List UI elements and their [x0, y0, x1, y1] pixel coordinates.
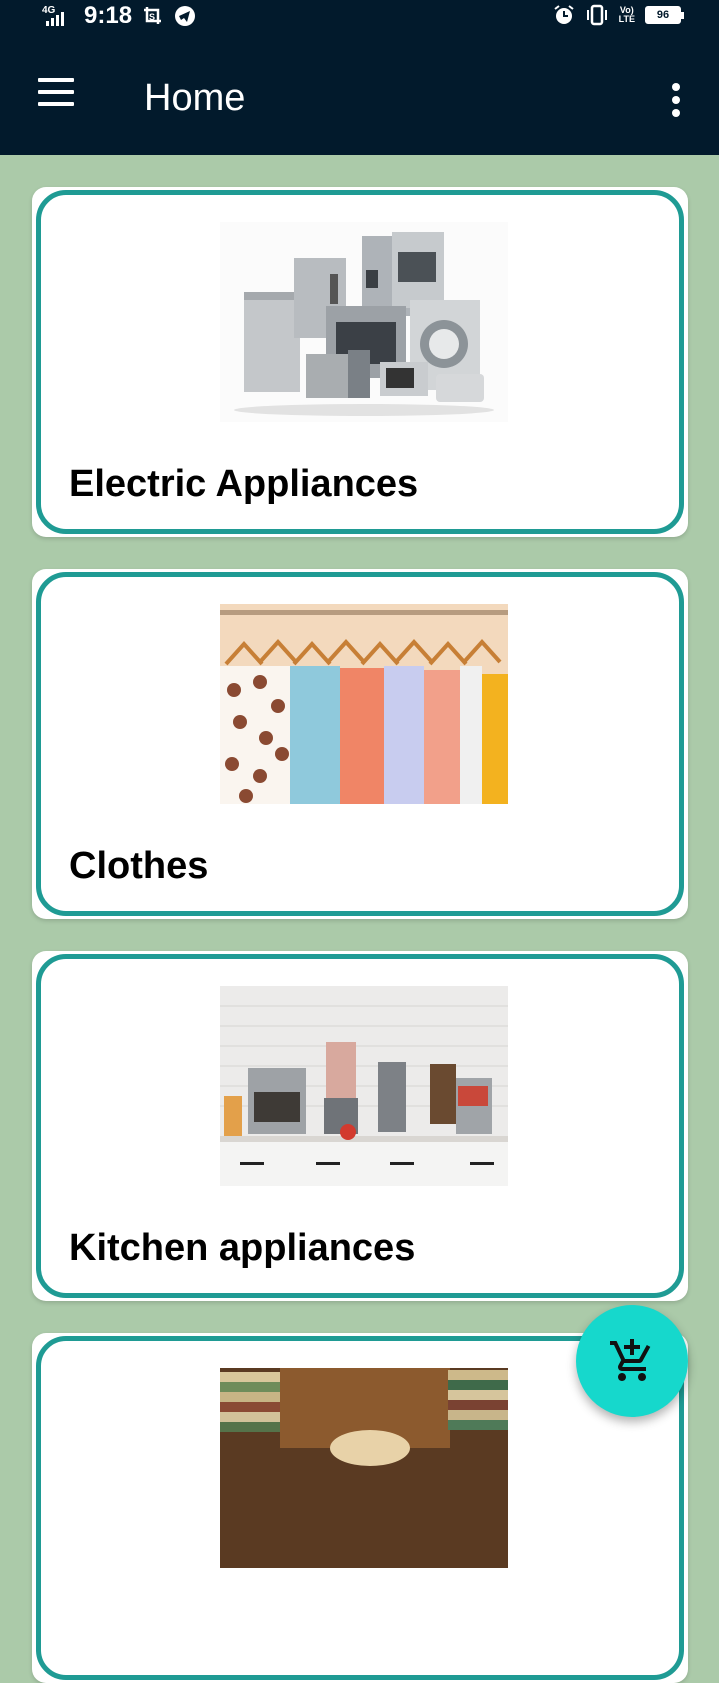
vibrate-icon [586, 4, 607, 26]
cart-fab[interactable] [576, 1305, 688, 1417]
kitchen-appliances-image [220, 986, 508, 1186]
volte-bottom: LTE [618, 14, 635, 24]
category-title: Electric Appliances [69, 463, 419, 505]
app-bar: Home [0, 33, 719, 155]
battery-level: 96 [656, 9, 670, 21]
status-bar: 4G 9:18 S Vo) LTE 96 [0, 0, 719, 33]
hamburger-menu-icon[interactable] [30, 73, 82, 113]
page-title: Home [144, 77, 246, 119]
category-card-kitchen-appliances[interactable]: Kitchen appliances [32, 951, 688, 1301]
battery-icon: 96 [645, 6, 684, 24]
books-image [220, 1368, 508, 1568]
electric-appliances-image [220, 222, 508, 422]
alarm-icon [554, 5, 574, 24]
more-vertical-icon[interactable] [661, 77, 691, 117]
category-card-electric-appliances[interactable]: Electric Appliances [32, 187, 688, 537]
add-to-cart-icon [610, 1339, 651, 1381]
category-card-clothes[interactable]: Clothes [32, 569, 688, 919]
status-time: 9:18 [84, 2, 133, 29]
category-title: Kitchen appliances [69, 1227, 416, 1269]
clothes-image [220, 604, 508, 804]
telegram-icon [175, 6, 196, 26]
signal-icon: 4G [40, 4, 74, 28]
svg-text:S: S [149, 12, 155, 22]
category-title: Clothes [69, 845, 209, 887]
screenshot-icon: S [144, 7, 162, 24]
volte-icon: Vo) LTE [619, 6, 635, 24]
